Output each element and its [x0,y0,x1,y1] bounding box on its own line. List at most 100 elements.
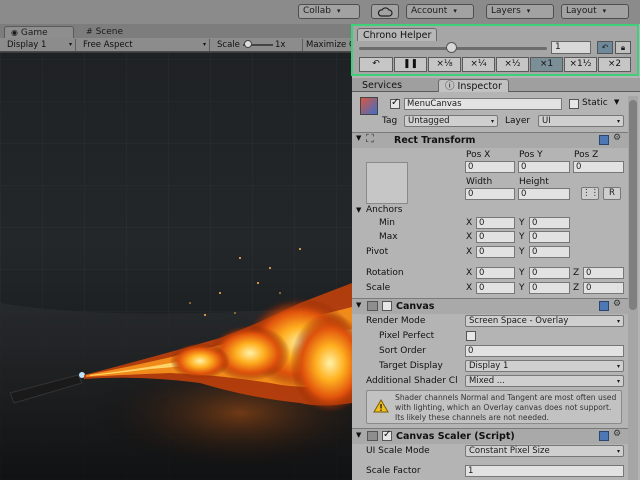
pos-y-field[interactable]: 0 [518,161,570,173]
speed-label: ×¼ [470,59,487,69]
help-book-icon[interactable] [599,301,609,311]
pos-x-field[interactable]: 0 [465,161,515,173]
canvas-scaler-enabled-checkbox[interactable] [382,429,392,441]
scale-label: Scale [217,40,240,50]
tab-inspector[interactable]: ⓘ Inspector [438,79,509,92]
undo-button[interactable]: ↶ [597,41,613,54]
chevron-down-icon: ▾ [616,363,620,370]
chevron-down-icon: ▾ [616,318,620,325]
scale-slider-thumb[interactable] [244,40,252,48]
pixel-perfect-checkbox[interactable] [466,331,476,341]
tab-inspector-label: Inspector [457,81,502,92]
blueprint-icon: ⋮⋮ [582,188,599,198]
canvas-header[interactable] [352,298,628,314]
lock-button[interactable]: 🔒︎ [615,41,631,54]
scale-label: Scale [366,283,391,293]
pos-z-field[interactable]: 0 [573,161,624,173]
maximize-button[interactable]: Maximize C [302,39,358,51]
object-name-field[interactable]: MenuCanvas [404,98,562,110]
chevron-down-icon: ▾ [602,7,607,15]
static-checkbox[interactable] [569,99,579,109]
aspect-label: Free Aspect [83,40,133,50]
pivot-y-field[interactable]: 0 [529,246,570,258]
rotation-x-field[interactable]: 0 [476,267,515,279]
speed-label: ×2 [607,59,622,69]
tab-game[interactable]: ◉ Game [4,26,74,38]
speed-2x-button[interactable]: ×2 [598,57,631,72]
sort-order-field[interactable]: 0 [465,345,624,357]
gear-icon[interactable]: ⚙ [613,429,621,439]
render-mode-dropdown[interactable]: Screen Space - Overlay ▾ [465,315,624,327]
inspector-scrollbar-thumb[interactable] [629,100,637,310]
x-label: X [466,268,473,278]
display-select[interactable]: Display 1 ▾ [4,39,76,51]
aspect-select[interactable]: Free Aspect ▾ [80,39,210,51]
help-book-icon[interactable] [599,135,609,145]
time-scale-slider-thumb[interactable] [446,42,457,53]
blueprint-mode-button[interactable]: ⋮⋮ [581,187,599,200]
anchor-max-y-field[interactable]: 0 [529,231,570,243]
pivot-x-field[interactable]: 0 [476,246,515,258]
layer-label: Layer [505,116,531,126]
speed-quarter-button[interactable]: ×¼ [462,57,495,72]
rotation-z-field[interactable]: 0 [583,267,624,279]
canvas-component-icon [367,301,378,311]
anchor-min-x-field[interactable]: 0 [476,217,515,229]
raw-edit-button[interactable]: R [603,187,621,200]
foldout-arrow-icon[interactable]: ▼ [356,431,361,439]
anchor-presets-button[interactable] [366,162,408,204]
foldout-arrow-icon[interactable]: ▼ [356,301,361,309]
chrono-reset-button[interactable]: ↶ [359,57,393,72]
chrono-title-tab[interactable]: Chrono Helper [357,28,438,41]
speed-eighth-button[interactable]: ×⅛ [428,57,461,72]
render-mode-label: Render Mode [366,316,426,326]
shader-channels-dropdown[interactable]: Mixed ... ▾ [465,375,624,387]
scale-x-field[interactable]: 0 [476,282,515,294]
pivot-label: Pivot [366,247,389,257]
foldout-arrow-icon[interactable]: ▼ [356,134,361,142]
scale-y-field[interactable]: 0 [529,282,570,294]
layers-dropdown[interactable]: Layers ▾ [486,4,554,19]
static-label: Static [582,98,608,108]
chevron-down-icon[interactable]: ▼ [614,98,619,106]
gear-icon[interactable]: ⚙ [613,299,621,309]
collab-label: Collab [303,6,332,16]
help-book-icon[interactable] [599,431,609,441]
gear-icon[interactable]: ⚙ [613,133,621,143]
collab-button[interactable]: Collab ▾ [298,4,360,19]
layout-dropdown[interactable]: Layout ▾ [561,4,629,19]
tab-services[interactable]: Services [356,79,408,92]
cloud-button[interactable] [371,4,399,19]
pos-y-label: Pos Y [519,150,543,160]
time-scale-field[interactable]: 1 [551,41,591,54]
scale-factor-field[interactable]: 1 [465,465,624,477]
pos-x-label: Pos X [466,150,491,160]
speed-half-button[interactable]: ×½ [496,57,529,72]
anchor-min-label: Min [379,218,395,228]
canvas-enabled-checkbox[interactable] [382,301,392,311]
tag-dropdown[interactable]: Untagged ▾ [404,115,498,127]
display-label: Display 1 [7,40,47,50]
layer-dropdown[interactable]: UI ▾ [538,115,624,127]
foldout-arrow-icon[interactable]: ▼ [356,206,361,214]
active-checkbox[interactable] [390,97,400,109]
rotation-y-field[interactable]: 0 [529,267,570,279]
anchor-max-x-field[interactable]: 0 [476,231,515,243]
width-field[interactable]: 0 [465,188,515,200]
canvas-scaler-title: Canvas Scaler (Script) [396,431,515,442]
speed-1-5x-button[interactable]: ×1½ [564,57,597,72]
speed-label: ×1½ [569,59,592,69]
speed-1x-button[interactable]: ×1 [530,57,563,72]
game-viewport[interactable] [0,53,352,480]
ui-scale-mode-dropdown[interactable]: Constant Pixel Size ▾ [465,445,624,457]
scene-view-icon: # [86,27,93,36]
account-dropdown[interactable]: Account ▾ [406,4,474,19]
scale-z-field[interactable]: 0 [583,282,624,294]
anchor-min-y-field[interactable]: 0 [529,217,570,229]
target-display-dropdown[interactable]: Display 1 ▾ [465,360,624,372]
tab-scene[interactable]: # Scene [80,26,150,38]
chrono-pause-button[interactable]: ❚❚ [394,57,427,72]
height-field[interactable]: 0 [518,188,570,200]
rect-transform-title: Rect Transform [394,135,476,146]
tag-label: Tag [382,116,398,126]
